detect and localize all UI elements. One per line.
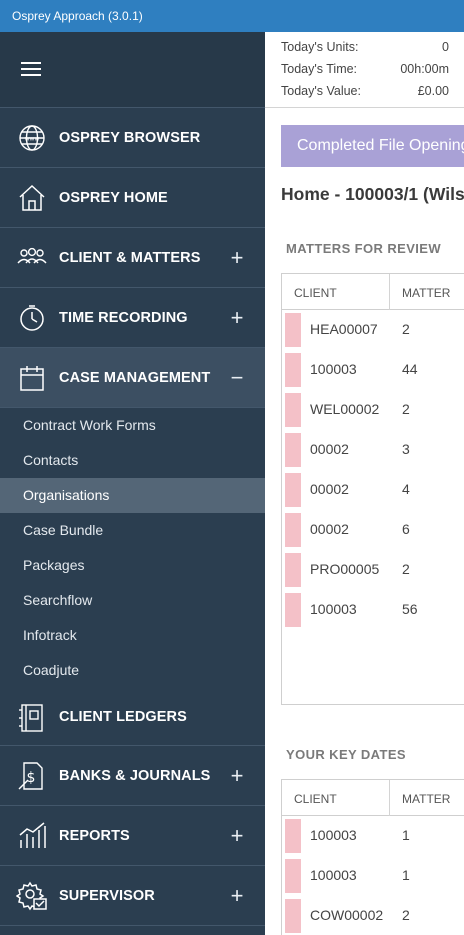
main-panel: Today's Units: 0 Today's Time: 00h:00m T… — [265, 32, 464, 935]
expand-plus-icon[interactable]: + — [228, 765, 246, 787]
bank-document-icon: $ — [16, 760, 48, 792]
matters-for-review-table: CLIENT MATTER HEA00007 2 100003 44 WEL0000… — [281, 273, 464, 705]
row-flag — [285, 593, 301, 627]
row-flag — [285, 353, 301, 387]
submenu-item-contract-work-forms[interactable]: Contract Work Forms — [0, 408, 265, 443]
nav-label: CLIENT LEDGERS — [59, 708, 187, 725]
divider — [265, 107, 464, 108]
home-icon — [16, 182, 48, 214]
nav-label: OSPREY HOME — [59, 189, 168, 206]
row-flag — [285, 513, 301, 547]
sidebar: www OSPREY BROWSER OSPREY HOME CLIENT & … — [0, 32, 265, 935]
table-header: CLIENT MATTER — [282, 780, 464, 816]
row-flag — [285, 313, 301, 347]
nav-osprey-browser[interactable]: www OSPREY BROWSER — [0, 108, 265, 168]
completed-file-opening-banner[interactable]: Completed File Opening — [281, 125, 464, 167]
nav-label: TIME RECORDING — [59, 309, 188, 326]
submenu-item-contacts[interactable]: Contacts — [0, 443, 265, 478]
table-row[interactable]: 100003 1 — [282, 816, 464, 856]
svg-text:$: $ — [27, 770, 36, 786]
table-row[interactable]: 00002 4 — [282, 470, 464, 510]
stat-time: Today's Time: 00h:00m — [281, 62, 449, 76]
table-row[interactable]: 100003 1 — [282, 856, 464, 896]
hamburger-icon — [21, 62, 41, 80]
row-flag — [285, 859, 301, 893]
nav-label: SUPERVISOR — [59, 887, 155, 904]
row-flag — [285, 553, 301, 587]
daily-stats: Today's Units: 0 Today's Time: 00h:00m T… — [281, 40, 449, 106]
row-flag — [285, 819, 301, 853]
gear-icon — [15, 880, 48, 912]
submenu-item-organisations[interactable]: Organisations — [0, 478, 265, 513]
nav-time-recording[interactable]: TIME RECORDING + — [0, 288, 265, 348]
nav-client-ledgers[interactable]: CLIENT LEDGERS — [0, 688, 265, 746]
ledger-icon — [16, 702, 48, 734]
window-title: Osprey Approach (3.0.1) — [12, 9, 143, 23]
expand-plus-icon[interactable]: + — [228, 825, 246, 847]
table-row[interactable]: 00002 6 — [282, 510, 464, 550]
submenu-item-searchflow[interactable]: Searchflow — [0, 583, 265, 618]
key-dates-title: YOUR KEY DATES — [286, 747, 406, 762]
key-dates-table: CLIENT MATTER 100003 1 100003 1 COW00002 2 — [281, 779, 464, 935]
nav-label: CASE MANAGEMENT — [59, 369, 211, 386]
submenu-item-packages[interactable]: Packages — [0, 548, 265, 583]
case-management-submenu: Contract Work Forms Contacts Organisatio… — [0, 408, 265, 688]
row-flag — [285, 393, 301, 427]
table-row[interactable]: HEA00007 2 — [282, 310, 464, 350]
table-header: CLIENT MATTER — [282, 274, 464, 310]
row-flag — [285, 473, 301, 507]
table-row[interactable]: PRO00005 2 — [282, 550, 464, 590]
nav-osprey-home[interactable]: OSPREY HOME — [0, 168, 265, 228]
table-row[interactable]: 00002 3 — [282, 430, 464, 470]
calendar-icon — [16, 362, 48, 394]
chart-icon — [16, 820, 48, 852]
nav-label: OSPREY BROWSER — [59, 129, 201, 146]
page-title: Home - 100003/1 (Wils — [281, 184, 464, 204]
row-flag — [285, 433, 301, 467]
stat-units: Today's Units: 0 — [281, 40, 449, 54]
column-header-client[interactable]: CLIENT — [294, 792, 337, 806]
stat-value: Today's Value: £0.00 — [281, 84, 449, 98]
table-row[interactable]: 100003 44 — [282, 350, 464, 390]
submenu-item-case-bundle[interactable]: Case Bundle — [0, 513, 265, 548]
collapse-minus-icon[interactable]: − — [228, 367, 246, 389]
column-header-client[interactable]: CLIENT — [294, 286, 337, 300]
expand-plus-icon[interactable]: + — [228, 247, 246, 269]
expand-plus-icon[interactable]: + — [228, 885, 246, 907]
nav-supervisor[interactable]: SUPERVISOR + — [0, 866, 265, 926]
column-header-matter[interactable]: MATTER — [402, 792, 450, 806]
hamburger-menu-button[interactable] — [0, 32, 265, 108]
globe-icon: www — [16, 122, 48, 154]
submenu-item-coadjute[interactable]: Coadjute — [0, 653, 265, 688]
table-row[interactable]: WEL00002 2 — [282, 390, 464, 430]
matters-for-review-title: MATTERS FOR REVIEW — [286, 241, 442, 256]
nav-case-management[interactable]: CASE MANAGEMENT − — [0, 348, 265, 408]
submenu-item-infotrack[interactable]: Infotrack — [0, 618, 265, 653]
nav-label: REPORTS — [59, 827, 130, 844]
table-row[interactable]: COW00002 2 — [282, 896, 464, 935]
nav-label: CLIENT & MATTERS — [59, 249, 201, 266]
svg-text:www: www — [25, 136, 40, 143]
nav-banks-journals[interactable]: $ BANKS & JOURNALS + — [0, 746, 265, 806]
nav-label: BANKS & JOURNALS — [59, 767, 211, 784]
nav-reports[interactable]: REPORTS + — [0, 806, 265, 866]
nav-client-matters[interactable]: CLIENT & MATTERS + — [0, 228, 265, 288]
row-flag — [285, 899, 301, 933]
window-title-bar: Osprey Approach (3.0.1) — [0, 0, 464, 32]
people-group-icon — [16, 242, 48, 274]
column-header-matter[interactable]: MATTER — [402, 286, 450, 300]
table-row[interactable]: 100003 56 — [282, 590, 464, 630]
clock-icon — [16, 302, 48, 334]
expand-plus-icon[interactable]: + — [228, 307, 246, 329]
